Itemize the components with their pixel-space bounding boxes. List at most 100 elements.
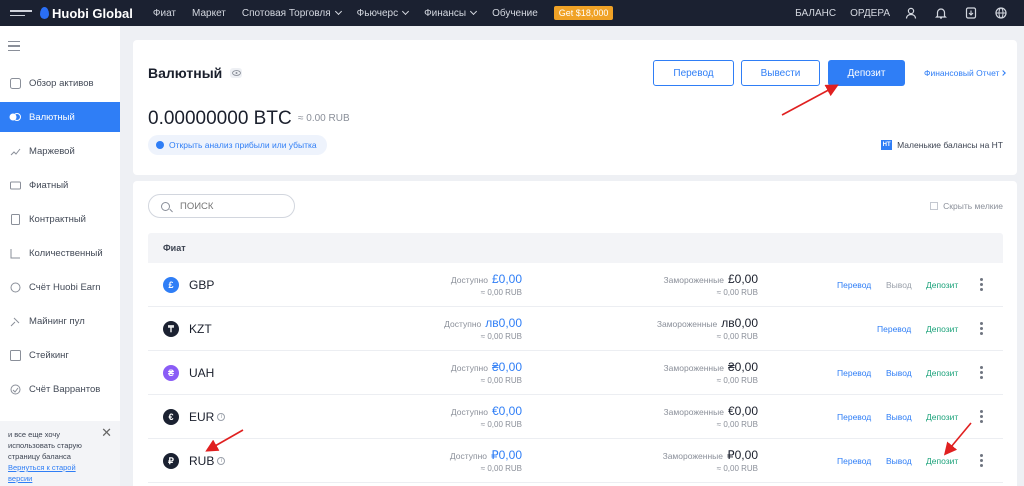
sidebar-item-label: Стейкинг	[29, 349, 69, 361]
bell-icon[interactable]	[934, 6, 948, 20]
chevron-down-icon	[334, 7, 342, 16]
row-transfer-button[interactable]: Перевод	[837, 368, 871, 378]
sidebar-item-label: Валютный	[29, 111, 75, 123]
available-label: Доступно	[444, 319, 482, 329]
row-withdraw-button[interactable]: Вывод	[886, 456, 912, 466]
logo[interactable]: Huobi Global	[40, 6, 133, 21]
sidebar-item-quant[interactable]: Количественный	[0, 238, 120, 268]
available-fiat: ≈ 0,00 RUB	[480, 464, 522, 473]
sidebar-item-margin[interactable]: Маржевой	[0, 136, 120, 166]
chevron-down-icon	[470, 7, 478, 16]
row-withdraw-button[interactable]: Вывод	[886, 368, 912, 378]
more-options-icon[interactable]	[980, 278, 983, 291]
orders-link[interactable]: ОРДЕРА	[850, 8, 890, 19]
nav-label: Фьючерс	[356, 7, 399, 19]
currency-code-text: UAH	[189, 366, 215, 380]
pnl-analysis-link[interactable]: Открыть анализ прибыли или убытка	[148, 135, 327, 155]
sidebar-item-warrant[interactable]: Счёт Варрантов	[0, 374, 120, 404]
row-withdraw-button[interactable]: Вывод	[886, 280, 912, 290]
available-fiat: ≈ 0,00 RUB	[480, 332, 522, 341]
sidebar-item-mining[interactable]: Майнинг пул	[0, 306, 120, 336]
info-icon[interactable]: i	[217, 457, 226, 465]
available-cell: Доступно ₽0,00 ≈ 0,00 RUB	[450, 448, 522, 473]
sidebar-item-fiat[interactable]: Фиатный	[0, 170, 120, 200]
available-value: ₽0,00	[491, 448, 522, 462]
row-deposit-button[interactable]: Депозит	[926, 412, 958, 422]
available-label: Доступно	[450, 363, 488, 373]
sidebar-item-label: Обзор активов	[29, 77, 94, 89]
search-input[interactable]	[180, 200, 280, 212]
table-section-header: Фиат	[148, 233, 1003, 263]
balance-header-card: Валютный Перевод Вывести Депозит Финансо…	[133, 40, 1017, 175]
nav-learn[interactable]: Обучение	[492, 6, 538, 20]
sidebar-item-currency[interactable]: Валютный	[0, 102, 120, 132]
row-deposit-button[interactable]: Депозит	[926, 280, 958, 290]
available-label: Доступно	[450, 407, 488, 417]
menu-icon[interactable]	[10, 10, 32, 16]
eur-coin-icon: €	[163, 409, 179, 425]
globe-icon[interactable]	[994, 6, 1008, 20]
close-icon[interactable]: ✕	[101, 426, 112, 439]
row-transfer-button[interactable]: Перевод	[837, 412, 871, 422]
search-field[interactable]	[148, 194, 295, 218]
currency-code-text: EUR	[189, 410, 215, 424]
row-transfer-button[interactable]: Перевод	[877, 324, 911, 334]
currency-code-text: KZT	[189, 322, 212, 336]
pnl-label: Открыть анализ прибыли или убытка	[169, 140, 317, 150]
transfer-button[interactable]: Перевод	[653, 60, 734, 86]
section-title: Фиат	[163, 243, 186, 253]
available-value: лв0,00	[485, 316, 522, 330]
user-icon[interactable]	[904, 6, 918, 20]
currency-code: KZT	[189, 322, 212, 336]
deposit-button[interactable]: Депозит	[828, 60, 905, 86]
row-transfer-button[interactable]: Перевод	[837, 456, 871, 466]
search-icon	[161, 201, 170, 211]
nav-label: Обучение	[492, 7, 538, 19]
currency-code: GBP	[189, 278, 214, 292]
collapse-sidebar-icon[interactable]	[8, 41, 20, 54]
logo-text: Huobi Global	[52, 5, 133, 21]
frozen-fiat: ≈ 0,00 RUB	[716, 420, 758, 429]
sidebar-item-staking[interactable]: Стейкинг	[0, 340, 120, 370]
nav-futures[interactable]: Фьючерс	[356, 6, 410, 20]
sidebar-item-overview[interactable]: Обзор активов	[0, 68, 120, 98]
nav-finance[interactable]: Финансы	[424, 6, 478, 20]
nav-fiat[interactable]: Фиат	[153, 6, 176, 20]
more-options-icon[interactable]	[980, 322, 983, 335]
nav-promo[interactable]: Get $18,000	[553, 6, 614, 20]
main-nav: Фиат Маркет Спотовая Торговля Фьючерс Фи…	[153, 6, 629, 20]
sidebar-item-label: Фиатный	[29, 179, 69, 191]
eye-icon[interactable]	[230, 68, 242, 78]
table-row: € EUR i Доступно €0,00 ≈ 0,00 RUB Замороженные…	[148, 395, 1003, 439]
withdraw-button[interactable]: Вывести	[741, 60, 820, 86]
row-deposit-button[interactable]: Депозит	[926, 456, 958, 466]
nav-market[interactable]: Маркет	[192, 6, 226, 20]
sidebar-item-contract[interactable]: Контрактный	[0, 204, 120, 234]
row-transfer-button[interactable]: Перевод	[837, 280, 871, 290]
promo-badge: Get $18,000	[553, 6, 614, 20]
hide-small-checkbox[interactable]	[930, 202, 939, 210]
row-withdraw-button[interactable]: Вывод	[886, 412, 912, 422]
sidebar-item-label: Маржевой	[29, 145, 75, 157]
sidebar-item-earn[interactable]: Счёт Huobi Earn	[0, 272, 120, 302]
old-version-link[interactable]: Вернуться к старой версии	[8, 463, 76, 483]
small-balances-link[interactable]: HT Маленькие балансы на HT	[881, 140, 1003, 150]
currency-code: EUR i	[189, 410, 226, 424]
fiat-table: Фиат £ GBP Доступно £0,00 ≈ 0,00 RUB Замороже…	[148, 233, 1003, 483]
contract-icon	[9, 213, 21, 225]
nav-spot[interactable]: Спотовая Торговля	[242, 6, 342, 20]
row-deposit-button[interactable]: Депозит	[926, 324, 958, 334]
sidebar: Обзор активов Валютный Маржевой Фиатный …	[0, 26, 120, 486]
more-options-icon[interactable]	[980, 410, 983, 423]
financial-report-link[interactable]: Финансовый Отчет	[924, 68, 1007, 78]
more-options-icon[interactable]	[980, 454, 983, 467]
info-icon[interactable]: i	[217, 413, 226, 421]
balance-link[interactable]: БАЛАНС	[795, 8, 836, 19]
hide-small-toggle[interactable]: Скрыть мелкие	[930, 201, 1003, 211]
more-options-icon[interactable]	[980, 366, 983, 379]
download-icon[interactable]	[964, 6, 978, 20]
available-cell: Доступно лв0,00 ≈ 0,00 RUB	[444, 316, 522, 341]
earn-icon	[9, 281, 21, 293]
row-deposit-button[interactable]: Депозит	[926, 368, 958, 378]
sidebar-item-label: Майнинг пул	[29, 315, 85, 327]
